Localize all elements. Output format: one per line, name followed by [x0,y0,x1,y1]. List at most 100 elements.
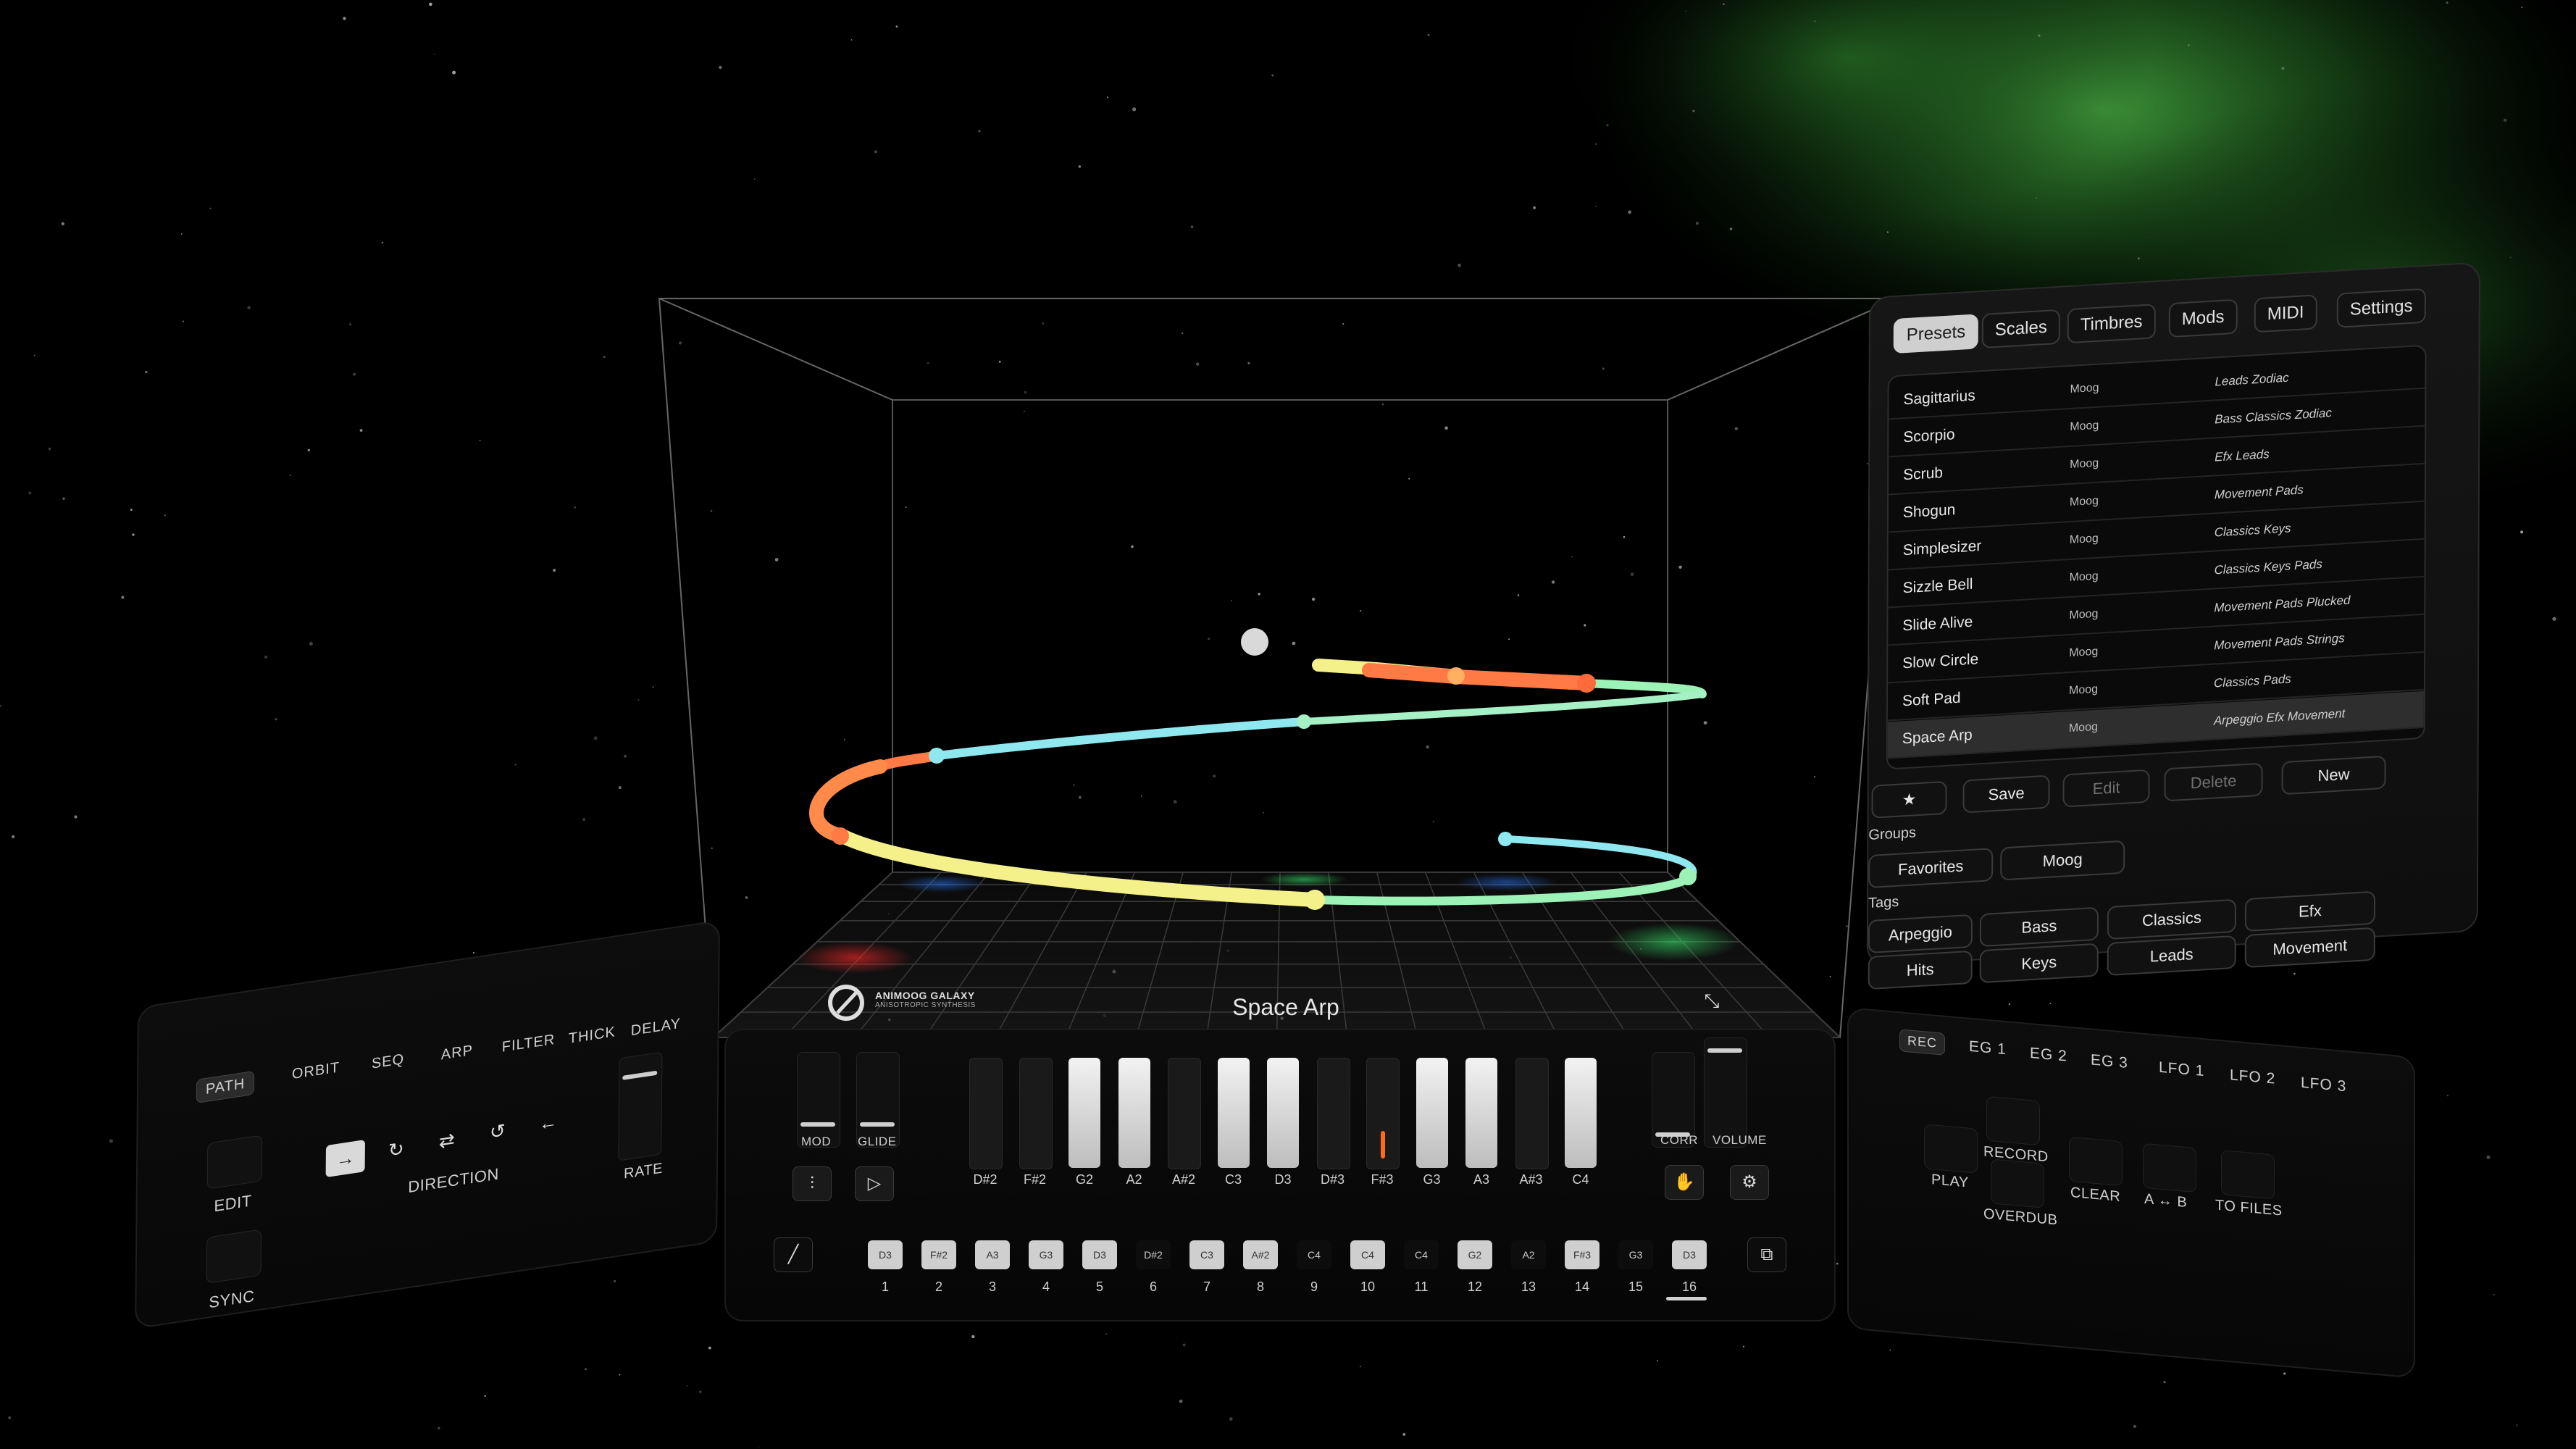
mod-slider[interactable] [797,1052,840,1148]
piano-key[interactable] [1316,1058,1350,1169]
group-moog[interactable]: Moog [2000,840,2125,881]
arrow-right-icon[interactable]: → [325,1140,365,1178]
tab-timbres[interactable]: Timbres [2067,304,2156,344]
tag-hits[interactable]: Hits [1868,950,1973,990]
sequencer-step[interactable]: C3 [1189,1240,1224,1269]
volume-slider-handle[interactable] [1707,1048,1742,1053]
tag-efx[interactable]: Efx [2244,890,2375,932]
tab-lfo3[interactable]: LFO 3 [2301,1074,2346,1096]
tab-mods[interactable]: Mods [2168,298,2238,338]
collapse-arrows-icon[interactable]: ⤡ [1699,988,1724,1013]
volume-slider[interactable] [1704,1037,1747,1148]
tag-arpeggio[interactable]: Arpeggio [1868,914,1973,954]
overdub-button[interactable] [1991,1158,2044,1208]
preset-name: Slow Circle [1902,651,1979,672]
sequencer-step[interactable]: G3 [1618,1240,1653,1269]
piano-key[interactable] [1217,1058,1250,1168]
piano-key[interactable] [1465,1058,1497,1168]
tab-arp[interactable]: ARP [441,1043,473,1064]
edit-preset-button[interactable]: Edit [2062,769,2150,808]
to-files-button[interactable] [2221,1150,2275,1200]
clear-button[interactable] [2069,1136,2123,1187]
sequencer-step[interactable]: C4 [1297,1240,1331,1269]
piano-key[interactable] [1267,1058,1299,1168]
ab-button[interactable] [2143,1143,2196,1193]
rec-indicator[interactable]: REC [1899,1029,1946,1056]
piano-key[interactable] [1069,1058,1100,1168]
sequencer-step[interactable]: A2 [1511,1240,1546,1269]
favorite-star-icon[interactable]: ★ [1871,780,1947,819]
sequencer-step[interactable]: C4 [1350,1240,1385,1269]
piano-key[interactable] [1565,1058,1597,1168]
play-icon[interactable]: ▷ [855,1166,894,1201]
star [1432,821,1434,823]
glide-slider-handle[interactable] [860,1122,895,1127]
mod-slider-handle[interactable] [800,1122,835,1127]
piano-key[interactable] [1415,1058,1448,1168]
sync-button[interactable] [206,1229,262,1284]
sequencer-step[interactable]: D3 [1672,1240,1707,1269]
piano-key[interactable] [969,1058,1003,1169]
copy-icon[interactable]: ⧉ [1747,1237,1786,1272]
glide-slider[interactable] [856,1052,900,1148]
tab-midi[interactable]: MIDI [2254,294,2317,333]
new-button[interactable]: New [2281,755,2386,796]
tag-keys[interactable]: Keys [1979,943,2099,984]
piano-key[interactable] [1366,1058,1400,1169]
tab-lfo1[interactable]: LFO 1 [2159,1059,2204,1081]
rate-slider[interactable] [618,1051,663,1161]
piano-key[interactable] [1118,1058,1150,1168]
tab-eg3[interactable]: EG 3 [2091,1051,2128,1072]
sequencer-step[interactable]: D3 [868,1240,903,1269]
tab-delay[interactable]: DELAY [631,1016,681,1040]
edit-button[interactable] [206,1135,263,1190]
rate-slider-handle[interactable] [622,1070,658,1080]
star [1360,610,1362,612]
mixer-sliders-icon[interactable]: ⫶ [793,1166,832,1201]
sequencer-step[interactable]: G3 [1029,1240,1063,1269]
save-button[interactable]: Save [1962,774,2050,814]
sequencer-step[interactable]: G2 [1458,1240,1492,1269]
delete-button[interactable]: Delete [2164,762,2263,802]
loop-double-icon[interactable]: ⇄ [427,1122,467,1159]
record-button[interactable] [1986,1095,2040,1146]
piano-key[interactable] [1515,1058,1549,1169]
star [164,514,167,517]
tab-orbit[interactable]: ORBIT [292,1059,340,1083]
loop-back-icon[interactable]: ↺ [478,1113,517,1151]
tab-presets[interactable]: Presets [1893,314,1979,354]
tab-eg1[interactable]: EG 1 [1969,1038,2007,1059]
gear-icon[interactable]: ⚙ [1730,1165,1769,1200]
play-button[interactable] [1924,1124,1978,1174]
key-label: F#3 [1371,1172,1394,1187]
sequencer-step[interactable]: F#3 [1565,1240,1599,1269]
tab-path[interactable]: PATH [196,1070,255,1103]
star [1729,227,1733,230]
sequencer-step[interactable]: D3 [1082,1240,1117,1269]
loop-forward-icon[interactable]: ↻ [377,1131,416,1169]
piano-key[interactable] [1168,1058,1201,1169]
star [971,1335,975,1339]
tab-eg2[interactable]: EG 2 [2030,1045,2067,1066]
tab-scales[interactable]: Scales [1981,309,2060,349]
tab-filter[interactable]: FILTER [502,1032,556,1056]
tab-settings[interactable]: Settings [2336,288,2426,328]
tag-bass[interactable]: Bass [1979,906,2099,948]
arrow-left-icon[interactable]: ← [529,1103,568,1141]
tab-seq[interactable]: SEQ [372,1051,404,1073]
sequencer-step[interactable]: F#2 [921,1240,956,1269]
sequencer-step[interactable]: A#2 [1243,1240,1278,1269]
star [33,354,35,356]
tag-classics[interactable]: Classics [2107,898,2236,940]
pencil-icon[interactable]: ╱ [774,1237,813,1272]
sequencer-step[interactable]: C4 [1404,1240,1439,1269]
tab-lfo2[interactable]: LFO 2 [2230,1066,2275,1088]
sequencer-step[interactable]: D#2 [1136,1240,1171,1269]
star [1342,323,1345,325]
sequencer-step[interactable]: A3 [975,1240,1010,1269]
tab-thick[interactable]: THICK [569,1024,616,1048]
orbit-ball[interactable] [1241,628,1268,656]
hand-icon[interactable]: ✋ [1665,1165,1704,1200]
piano-key[interactable] [1019,1058,1053,1169]
group-favorites[interactable]: Favorites [1868,848,1994,889]
